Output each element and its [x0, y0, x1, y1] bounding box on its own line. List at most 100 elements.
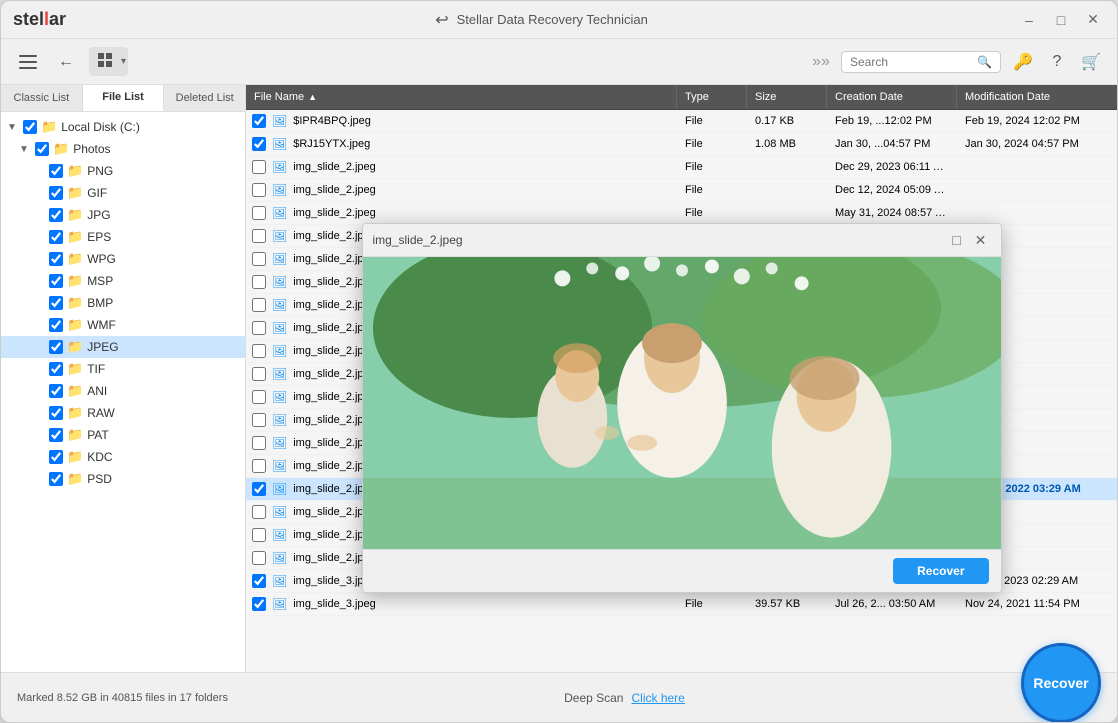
preview-restore-button[interactable]: □ — [947, 230, 967, 250]
file-checkbox[interactable] — [252, 413, 266, 427]
header-creation[interactable]: Creation Date — [827, 85, 957, 109]
tree-checkbox-pat[interactable] — [49, 428, 63, 442]
file-modification: Feb 19, 2024 12:02 PM — [957, 113, 1117, 129]
file-checkbox[interactable] — [252, 597, 266, 611]
tree-checkbox-ani[interactable] — [49, 384, 63, 398]
tree-checkbox-psd[interactable] — [49, 472, 63, 486]
tree-item-gif[interactable]: 📁 GIF — [1, 182, 245, 204]
preview-recover-button[interactable]: Recover — [893, 558, 988, 584]
file-checkbox[interactable] — [252, 229, 266, 243]
minimize-button[interactable]: – — [1017, 8, 1041, 32]
tree-checkbox-eps[interactable] — [49, 230, 63, 244]
tree-label-raw: RAW — [87, 406, 115, 420]
titlebar: stellar ↩ Stellar Data Recovery Technici… — [1, 1, 1117, 39]
header-size[interactable]: Size — [747, 85, 827, 109]
file-name-cell[interactable]: 🖼 img_slide_2.jpeg — [246, 160, 677, 174]
tree-item-jpg[interactable]: 📁 JPG — [1, 204, 245, 226]
tree-checkbox-bmp[interactable] — [49, 296, 63, 310]
file-checkbox[interactable] — [252, 367, 266, 381]
header-filename[interactable]: File Name ▲ — [246, 85, 677, 109]
tree-checkbox-tif[interactable] — [49, 362, 63, 376]
tree-item-kdc[interactable]: 📁 KDC — [1, 446, 245, 468]
file-checkbox[interactable] — [252, 114, 266, 128]
file-checkbox[interactable] — [252, 505, 266, 519]
tree-checkbox-jpg[interactable] — [49, 208, 63, 222]
tree-item-png[interactable]: 📁 PNG — [1, 160, 245, 182]
search-bar[interactable]: 🔍 — [841, 51, 1001, 73]
tree-item-tif[interactable]: 📁 TIF — [1, 358, 245, 380]
file-checkbox[interactable] — [252, 344, 266, 358]
file-checkbox[interactable] — [252, 390, 266, 404]
file-checkbox[interactable] — [252, 160, 266, 174]
file-name-cell[interactable]: 🖼 $RJ15YTX.jpeg — [246, 137, 677, 151]
file-modification — [957, 188, 1117, 192]
back-button[interactable]: ← — [51, 47, 81, 77]
tree-item-photos[interactable]: ▼ 📁 Photos — [1, 138, 245, 160]
file-checkbox[interactable] — [252, 206, 266, 220]
file-checkbox[interactable] — [252, 298, 266, 312]
tree-checkbox-jpeg[interactable] — [49, 340, 63, 354]
tree-checkbox-png[interactable] — [49, 164, 63, 178]
tree-item-local-disk[interactable]: ▼ 📁 Local Disk (C:) — [1, 116, 245, 138]
key-icon-button[interactable]: 🔑 — [1009, 48, 1037, 76]
tree-checkbox-photos[interactable] — [35, 142, 49, 156]
cart-icon-button[interactable]: 🛒 — [1077, 48, 1105, 76]
preview-footer: Recover — [363, 549, 1001, 592]
file-modification: Nov 24, 2021 11:54 PM — [957, 596, 1117, 612]
tree-item-psd[interactable]: 📁 PSD — [1, 468, 245, 490]
file-name-cell[interactable]: 🖼 img_slide_3.jpeg — [246, 597, 677, 611]
file-name-cell[interactable]: 🖼 $IPR4BPQ.jpeg — [246, 114, 677, 128]
tab-deleted-list[interactable]: Deleted List — [164, 85, 245, 111]
header-type[interactable]: Type — [677, 85, 747, 109]
search-input[interactable] — [850, 55, 971, 69]
tree-item-bmp[interactable]: 📁 BMP — [1, 292, 245, 314]
file-checkbox[interactable] — [252, 137, 266, 151]
close-button[interactable]: ✕ — [1081, 8, 1105, 32]
file-checkbox[interactable] — [252, 551, 266, 565]
tree-checkbox-wpg[interactable] — [49, 252, 63, 266]
tree-checkbox-local-disk[interactable] — [23, 120, 37, 134]
file-checkbox[interactable] — [252, 252, 266, 266]
status-bar: Marked 8.52 GB in 40815 files in 17 fold… — [1, 672, 1117, 722]
file-checkbox[interactable] — [252, 436, 266, 450]
file-size — [747, 165, 827, 169]
folder-icon: 📁 — [67, 251, 83, 267]
grid-view-button[interactable] — [91, 49, 119, 74]
menu-button[interactable] — [13, 47, 43, 77]
tree-item-msp[interactable]: 📁 MSP — [1, 270, 245, 292]
file-checkbox[interactable] — [252, 459, 266, 473]
tree-checkbox-kdc[interactable] — [49, 450, 63, 464]
tree-checkbox-gif[interactable] — [49, 186, 63, 200]
tab-file-list[interactable]: File List — [83, 85, 165, 111]
tree-checkbox-msp[interactable] — [49, 274, 63, 288]
help-icon-button[interactable]: ? — [1043, 48, 1071, 76]
file-checkbox[interactable] — [252, 183, 266, 197]
file-name-cell[interactable]: 🖼 img_slide_2.jpeg — [246, 183, 677, 197]
file-checkbox[interactable] — [252, 482, 266, 496]
file-name: img_slide_2.jpeg — [293, 161, 376, 173]
file-checkbox[interactable] — [252, 275, 266, 289]
click-here-link[interactable]: Click here — [631, 691, 684, 705]
file-checkbox[interactable] — [252, 528, 266, 542]
maximize-button[interactable]: □ — [1049, 8, 1073, 32]
tree-checkbox-raw[interactable] — [49, 406, 63, 420]
folder-icon: 📁 — [67, 339, 83, 355]
preview-close-button[interactable]: ✕ — [971, 230, 991, 250]
prev-arrow-button[interactable]: »» — [809, 50, 833, 74]
header-modification[interactable]: Modification Date — [957, 85, 1117, 109]
tree-item-jpeg[interactable]: 📁 JPEG — [1, 336, 245, 358]
tree-item-raw[interactable]: 📁 RAW — [1, 402, 245, 424]
tree-item-ani[interactable]: 📁 ANI — [1, 380, 245, 402]
file-checkbox[interactable] — [252, 321, 266, 335]
tree-item-eps[interactable]: 📁 EPS — [1, 226, 245, 248]
file-modification: Jan 30, 2024 04:57 PM — [957, 136, 1117, 152]
tree-item-wpg[interactable]: 📁 WPG — [1, 248, 245, 270]
tree-item-wmf[interactable]: 📁 WMF — [1, 314, 245, 336]
tree-item-pat[interactable]: 📁 PAT — [1, 424, 245, 446]
file-area-wrapper: File Name ▲ Type Size Creation Date Modi… — [246, 85, 1117, 672]
file-type: File — [677, 205, 747, 221]
file-name-cell[interactable]: 🖼 img_slide_2.jpeg — [246, 206, 677, 220]
file-checkbox[interactable] — [252, 574, 266, 588]
tab-classic-list[interactable]: Classic List — [1, 85, 83, 111]
tree-checkbox-wmf[interactable] — [49, 318, 63, 332]
